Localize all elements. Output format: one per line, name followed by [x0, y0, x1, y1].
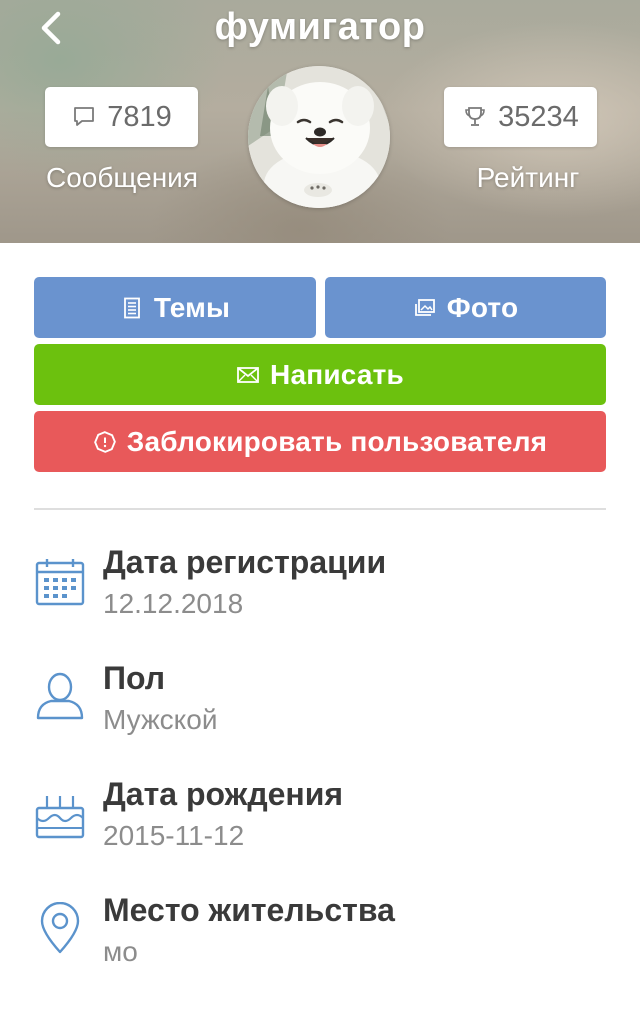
photo-button[interactable]: Фото — [325, 277, 606, 338]
messages-count: 7819 — [107, 100, 172, 133]
info-value: мо — [103, 936, 138, 967]
user-icon — [34, 670, 86, 722]
info-birth-date: Дата рождения 2015-11-12 — [0, 772, 640, 872]
info-title: Дата рождения — [103, 776, 344, 812]
info-location: Место жительства мо — [0, 888, 640, 988]
block-button-label: Заблокировать пользователя — [126, 425, 548, 457]
info-registration-date: Дата регистрации 12.12.2018 — [0, 540, 640, 640]
cake-icon — [34, 788, 86, 840]
topics-button-label: Темы — [153, 291, 231, 323]
messages-label: Сообщения — [46, 162, 198, 193]
document-icon — [120, 296, 144, 320]
info-gender: Пол Мужской — [0, 656, 640, 756]
info-value: 12.12.2018 — [103, 588, 244, 619]
avatar[interactable] — [248, 66, 390, 208]
location-pin-icon — [34, 902, 86, 954]
envelope-icon — [236, 363, 260, 387]
photos-icon — [413, 296, 437, 320]
write-button-label: Написать — [270, 358, 404, 390]
info-value: 2015-11-12 — [103, 820, 245, 851]
info-value: Мужской — [103, 704, 218, 735]
info-title: Дата регистрации — [103, 544, 387, 580]
divider — [34, 508, 606, 510]
speech-bubble-icon — [71, 104, 97, 130]
rating-count: 35234 — [498, 100, 579, 133]
photo-button-label: Фото — [446, 291, 519, 323]
trophy-icon — [462, 104, 488, 130]
write-message-button[interactable]: Написать — [34, 344, 606, 405]
calendar-icon — [34, 556, 86, 608]
rating-count-button[interactable]: 35234 — [444, 87, 597, 147]
profile-header: фумигатор 7819 Сообщения 35234 Рейтинг — [0, 0, 640, 243]
rating-label: Рейтинг — [476, 162, 580, 193]
block-user-button[interactable]: Заблокировать пользователя — [34, 411, 606, 472]
info-title: Место жительства — [103, 892, 395, 928]
topics-button[interactable]: Темы — [34, 277, 316, 338]
page-title: фумигатор — [214, 6, 426, 48]
info-title: Пол — [103, 660, 166, 696]
alert-octagon-icon — [93, 430, 117, 454]
messages-count-button[interactable]: 7819 — [45, 87, 198, 147]
